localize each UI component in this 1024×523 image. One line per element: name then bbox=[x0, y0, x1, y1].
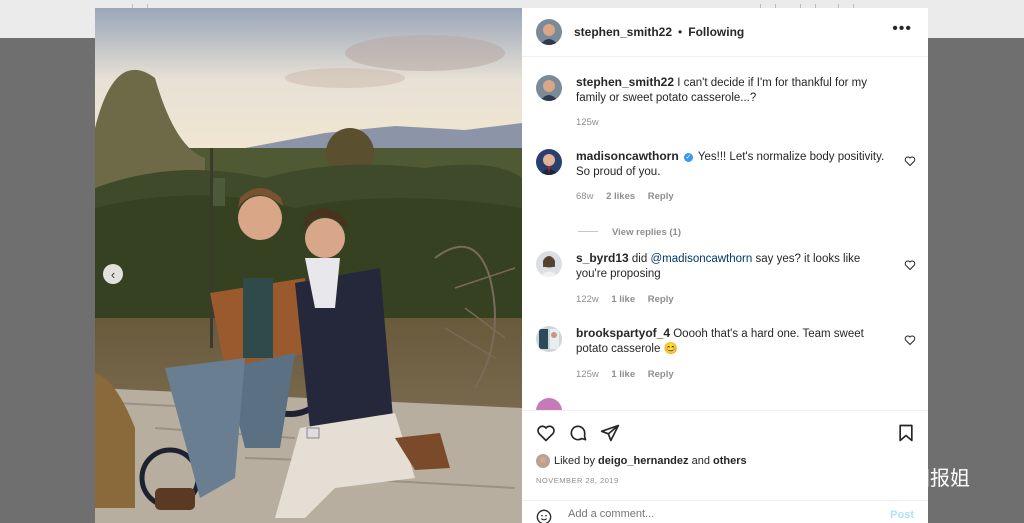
avatar[interactable] bbox=[536, 251, 562, 277]
comment-age[interactable]: 122w bbox=[576, 294, 599, 305]
watermark: 英国报姐 bbox=[848, 462, 970, 491]
comment-age[interactable]: 125w bbox=[576, 369, 599, 380]
reply-button[interactable]: Reply bbox=[648, 191, 674, 202]
avatar[interactable] bbox=[536, 75, 562, 101]
comment-username[interactable]: madisoncawthorn bbox=[576, 149, 679, 163]
comment-text: madisoncawthorn ✓ Yes!!! Let's normalize… bbox=[576, 149, 892, 180]
post-comment-button[interactable]: Post bbox=[890, 509, 914, 521]
heart-icon[interactable] bbox=[536, 423, 556, 443]
avatar[interactable] bbox=[536, 326, 562, 352]
header-separator: • bbox=[678, 25, 683, 39]
comment-meta: 122w 1 like Reply bbox=[576, 294, 684, 305]
comments-list[interactable]: stephen_smith22 I can't decide if I'm fo… bbox=[522, 57, 928, 410]
comment-meta: 125w 1 like Reply bbox=[576, 369, 684, 380]
heart-icon[interactable] bbox=[904, 155, 916, 167]
comment-meta: 68w 2 likes Reply bbox=[576, 191, 684, 202]
post-actions bbox=[522, 410, 928, 455]
comment-body-start: did bbox=[631, 253, 648, 265]
photo-illustration bbox=[95, 8, 522, 523]
avatar[interactable] bbox=[536, 398, 562, 410]
post-date[interactable]: NOVEMBER 28, 2019 bbox=[536, 476, 619, 485]
comment-age[interactable]: 68w bbox=[576, 191, 593, 202]
caption-age[interactable]: 125w bbox=[576, 117, 599, 128]
comment-username[interactable]: s_byrd13 bbox=[576, 251, 629, 265]
comment-icon[interactable] bbox=[568, 423, 588, 443]
liked-by-joiner: and bbox=[691, 455, 710, 467]
heart-icon[interactable] bbox=[904, 259, 916, 271]
more-icon[interactable]: ••• bbox=[892, 21, 912, 37]
post-detail-panel: stephen_smith22 • Following ••• stephen_… bbox=[522, 8, 928, 523]
liked-by-others[interactable]: others bbox=[713, 455, 747, 467]
comment-text: s_byrd13 did @madisoncawthorn say yes? i… bbox=[576, 251, 892, 282]
comment-likes[interactable]: 1 like bbox=[611, 294, 635, 305]
avatar[interactable] bbox=[536, 19, 562, 45]
mention-link[interactable]: @madisoncawthorn bbox=[650, 253, 752, 265]
chevron-left-icon: ‹ bbox=[110, 266, 116, 282]
smile-icon[interactable] bbox=[536, 509, 552, 523]
caption-username[interactable]: stephen_smith22 bbox=[576, 75, 674, 89]
comment-likes[interactable]: 1 like bbox=[611, 369, 635, 380]
post-author-username[interactable]: stephen_smith22 bbox=[574, 25, 672, 39]
post-header: stephen_smith22 • Following ••• bbox=[522, 8, 928, 57]
add-comment-input[interactable] bbox=[566, 507, 870, 521]
view-replies-label: View replies (1) bbox=[612, 227, 681, 238]
liked-by-user[interactable]: deigo_hernandez bbox=[598, 455, 688, 467]
caption-text: stephen_smith22 I can't decide if I'm fo… bbox=[576, 75, 892, 106]
share-icon[interactable] bbox=[600, 423, 620, 443]
comment-likes[interactable]: 2 likes bbox=[606, 191, 635, 202]
caption-meta: 125w bbox=[576, 117, 609, 128]
reply-button[interactable]: Reply bbox=[648, 369, 674, 380]
view-replies-button[interactable]: View replies (1) bbox=[578, 227, 681, 238]
watermark-text: 英国报姐 bbox=[890, 466, 970, 490]
carousel-prev-button[interactable]: ‹ bbox=[103, 264, 123, 284]
wechat-logo-icon bbox=[848, 464, 883, 489]
add-comment-bar: Post bbox=[522, 500, 928, 523]
heart-icon[interactable] bbox=[904, 334, 916, 346]
comment-username[interactable]: brookspartyof_4 bbox=[576, 326, 670, 340]
verified-icon: ✓ bbox=[683, 153, 693, 162]
avatar[interactable] bbox=[536, 149, 562, 175]
following-button[interactable]: Following bbox=[688, 25, 744, 39]
comment-text: brookspartyof_4 Ooooh that's a hard one.… bbox=[576, 326, 892, 357]
post-photo bbox=[95, 8, 522, 523]
liked-by-prefix: Liked by bbox=[554, 455, 595, 467]
avatar[interactable] bbox=[536, 454, 550, 468]
view-replies-line bbox=[578, 231, 598, 232]
likes-summary: Liked by deigo_hernandez and others bbox=[536, 454, 747, 468]
reply-button[interactable]: Reply bbox=[648, 294, 674, 305]
bookmark-icon[interactable] bbox=[896, 423, 916, 443]
